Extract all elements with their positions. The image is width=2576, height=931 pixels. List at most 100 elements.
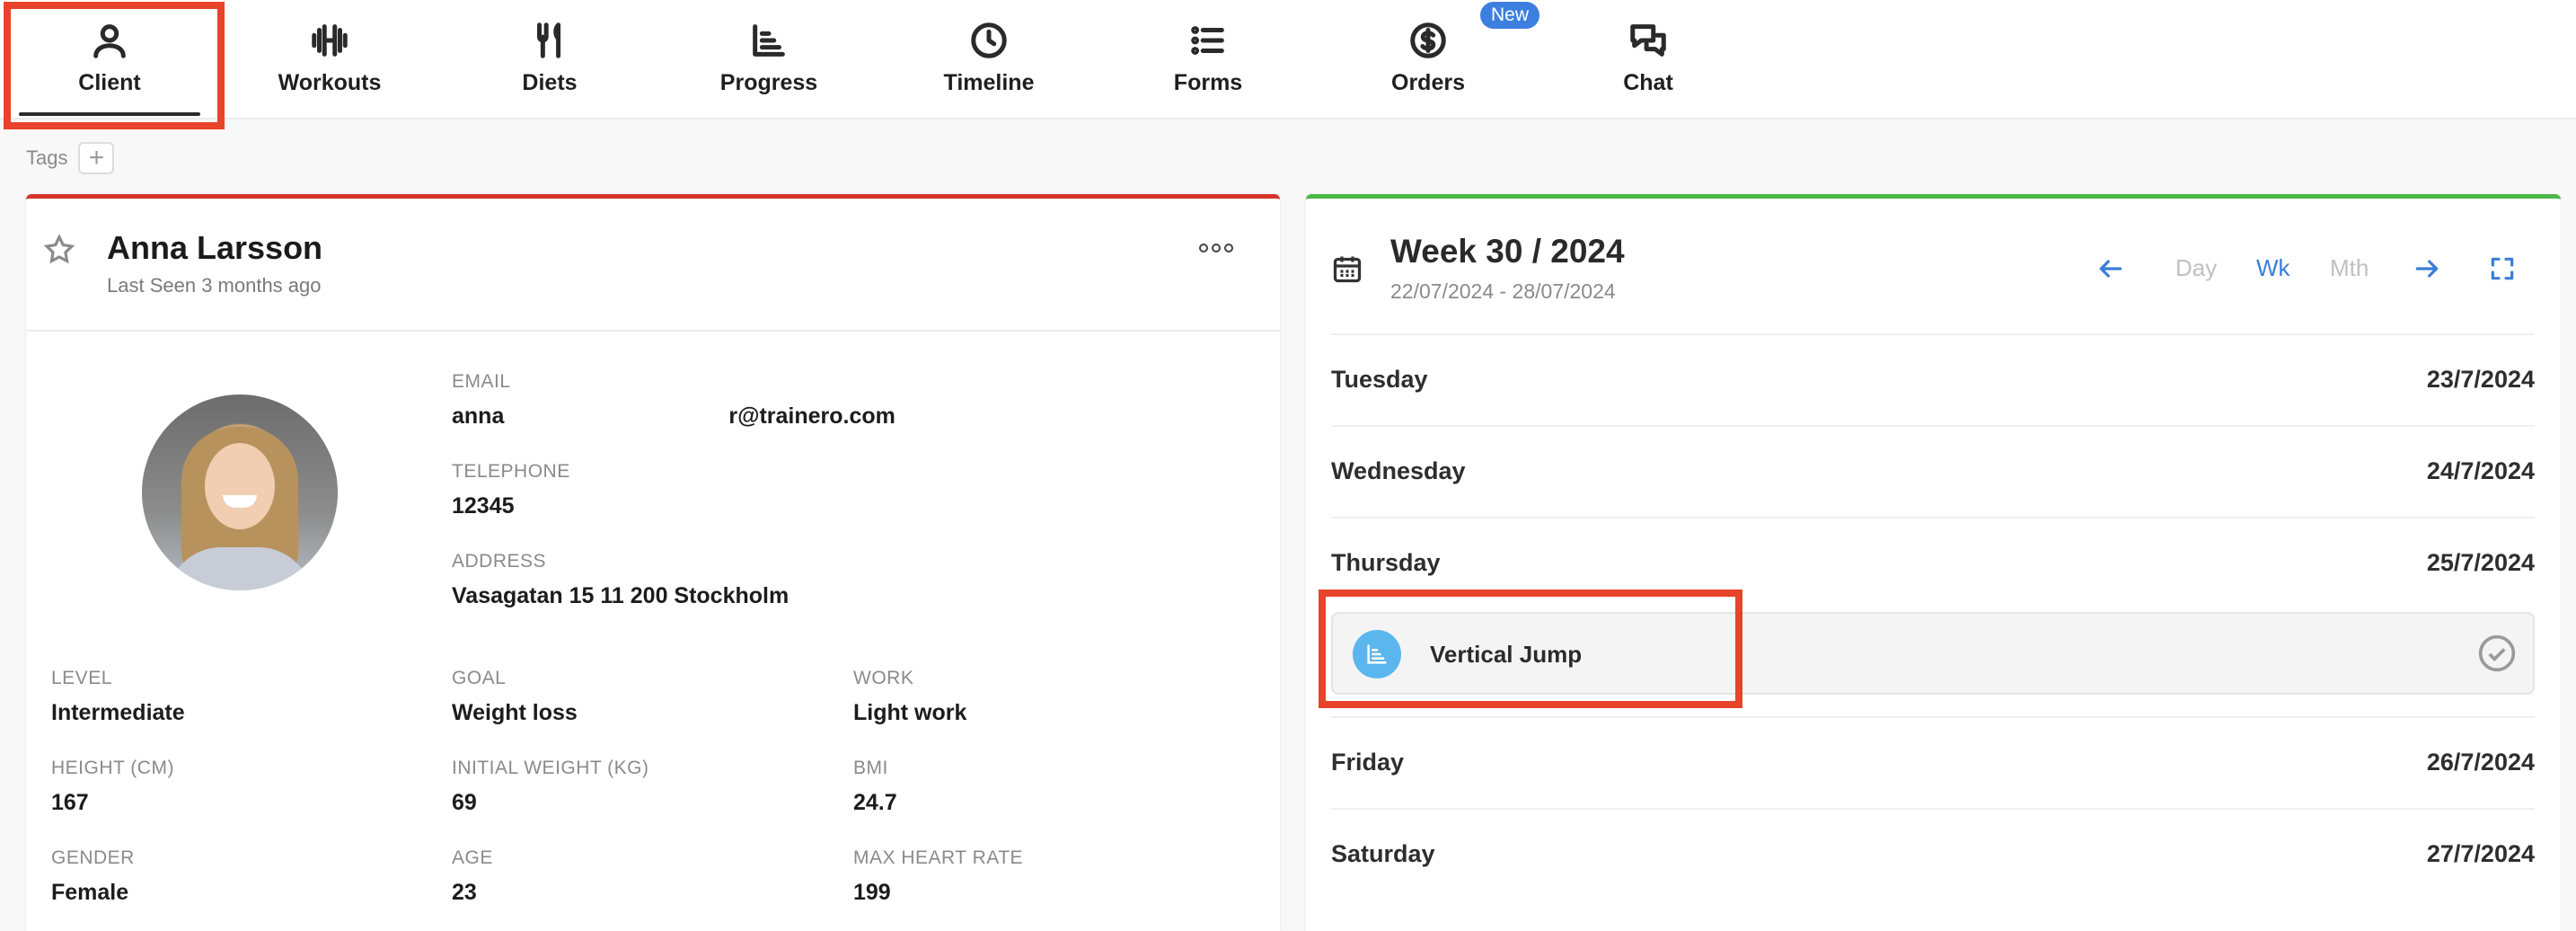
day-row-wednesday[interactable]: Wednesday 24/7/2024	[1331, 425, 2535, 515]
day-row-tuesday[interactable]: Tuesday 23/7/2024	[1331, 333, 2535, 423]
nav-label-progress: Progress	[719, 70, 818, 95]
goal-value: Weight loss	[452, 700, 578, 725]
more-options-icon[interactable]	[1199, 244, 1233, 253]
day-row-saturday[interactable]: Saturday 27/7/2024	[1331, 808, 2535, 898]
calendar-icon	[1331, 253, 1363, 285]
client-name: Anna Larsson	[107, 229, 323, 266]
next-week-button[interactable]	[2413, 254, 2441, 289]
email-value-start: anna	[452, 403, 505, 429]
telephone-label: TELEPHONE	[452, 461, 570, 482]
day-date: 24/7/2024	[2426, 457, 2535, 484]
max-heart-rate-label: MAX HEART RATE	[853, 847, 1024, 868]
nav-tab-progress[interactable]: Progress	[666, 0, 872, 120]
goal-field: GOAL Weight loss	[452, 668, 578, 726]
nav-tab-client[interactable]: Client	[6, 0, 213, 120]
email-field: EMAIL anna r@trainero.com	[452, 371, 895, 430]
client-profile-card: Anna Larsson Last Seen 3 months ago EMAI…	[26, 194, 1280, 931]
nav-tab-timeline[interactable]: Timeline	[886, 0, 1092, 120]
level-label: LEVEL	[51, 668, 112, 688]
calendar-header: Week 30 / 2024 22/07/2024 - 28/07/2024 D…	[1306, 199, 2561, 333]
list-icon	[1191, 26, 1224, 55]
clock-icon	[971, 22, 1007, 58]
dumbbell-icon	[312, 24, 348, 57]
event-title: Vertical Jump	[1430, 641, 1583, 668]
new-badge: New	[1480, 2, 1540, 29]
bmi-label: BMI	[853, 758, 888, 778]
work-label: WORK	[853, 668, 914, 688]
goal-label: GOAL	[452, 668, 507, 688]
bmi-field: BMI 24.7	[853, 758, 897, 816]
week-date-range: 22/07/2024 - 28/07/2024	[1390, 279, 1616, 303]
utensils-icon	[537, 22, 561, 58]
age-label: AGE	[452, 847, 493, 868]
nav-tab-chat[interactable]: Chat	[1545, 0, 1751, 120]
telephone-value: 12345	[452, 493, 515, 519]
nav-label-timeline: Timeline	[943, 70, 1035, 95]
level-value: Intermediate	[51, 700, 185, 725]
add-tag-button[interactable]: +	[78, 142, 115, 174]
star-icon[interactable]	[42, 233, 76, 267]
day-name: Thursday	[1331, 548, 1441, 576]
telephone-field: TELEPHONE 12345	[452, 461, 570, 519]
arrow-left-icon	[2099, 260, 2122, 278]
nav-label-orders: Orders	[1391, 70, 1465, 95]
gender-label: GENDER	[51, 847, 135, 868]
address-field: ADDRESS Vasagatan 15 11 200 Stockholm	[452, 551, 789, 609]
client-header: Anna Larsson Last Seen 3 months ago	[26, 199, 1280, 332]
max-heart-rate-field: MAX HEART RATE 199	[853, 847, 1023, 906]
email-label: EMAIL	[452, 371, 511, 392]
chart-icon	[753, 24, 785, 57]
expand-icon	[2491, 257, 2514, 280]
dollar-icon	[1410, 22, 1446, 58]
tags-row: Tags +	[26, 142, 115, 174]
age-value: 23	[452, 880, 477, 905]
view-day-button[interactable]: Day	[2175, 254, 2217, 282]
address-value: Vasagatan 15 11 200 Stockholm	[452, 583, 790, 608]
user-icon	[93, 24, 126, 58]
email-value-end: r@trainero.com	[728, 403, 895, 429]
chart-icon	[1367, 644, 1387, 664]
nav-tab-workouts[interactable]: Workouts	[226, 0, 433, 120]
address-label: ADDRESS	[452, 551, 547, 572]
height-label: HEIGHT (CM)	[51, 758, 174, 778]
initial-weight-field: INITIAL WEIGHT (KG) 69	[452, 758, 649, 816]
nav-label-workouts: Workouts	[278, 70, 382, 95]
age-field: AGE 23	[452, 847, 493, 906]
nav-label-forms: Forms	[1173, 70, 1243, 95]
day-row-friday[interactable]: Friday 26/7/2024	[1331, 716, 2535, 806]
nav-label-client: Client	[78, 70, 141, 95]
day-date: 25/7/2024	[2426, 548, 2535, 576]
view-week-button[interactable]: Wk	[2256, 254, 2290, 282]
day-date: 27/7/2024	[2426, 839, 2535, 867]
day-date: 23/7/2024	[2426, 365, 2535, 393]
height-value: 167	[51, 790, 89, 815]
fullscreen-button[interactable]	[2488, 254, 2517, 289]
work-field: WORK Light work	[853, 668, 966, 726]
day-name: Wednesday	[1331, 457, 1466, 484]
day-name: Friday	[1331, 748, 1405, 776]
nav-tab-diets[interactable]: Diets	[446, 0, 653, 120]
top-navigation: Client Workouts Diets Progress Timeline …	[0, 0, 2576, 120]
day-name: Saturday	[1331, 839, 1435, 867]
event-type-icon	[1353, 630, 1401, 678]
bmi-value: 24.7	[853, 790, 897, 815]
level-field: LEVEL Intermediate	[51, 668, 185, 726]
arrow-right-icon	[2415, 260, 2439, 278]
nav-label-chat: Chat	[1623, 70, 1673, 95]
tags-label: Tags	[26, 146, 68, 169]
view-month-button[interactable]: Mth	[2330, 254, 2369, 282]
gender-value: Female	[51, 880, 129, 905]
day-date: 26/7/2024	[2426, 748, 2535, 776]
prev-week-button[interactable]	[2096, 254, 2125, 289]
avatar	[142, 395, 338, 590]
max-heart-rate-value: 199	[853, 880, 891, 905]
nav-label-diets: Diets	[522, 70, 578, 95]
check-circle-icon[interactable]	[2477, 634, 2517, 673]
nav-tab-forms[interactable]: Forms	[1105, 0, 1311, 120]
active-tab-indicator	[19, 112, 200, 116]
day-row-thursday[interactable]: Thursday 25/7/2024	[1331, 517, 2535, 607]
week-title: Week 30 / 2024	[1390, 233, 1625, 270]
event-vertical-jump[interactable]: Vertical Jump	[1331, 612, 2535, 695]
gender-field: GENDER Female	[51, 847, 135, 906]
chat-icon	[1630, 24, 1666, 57]
